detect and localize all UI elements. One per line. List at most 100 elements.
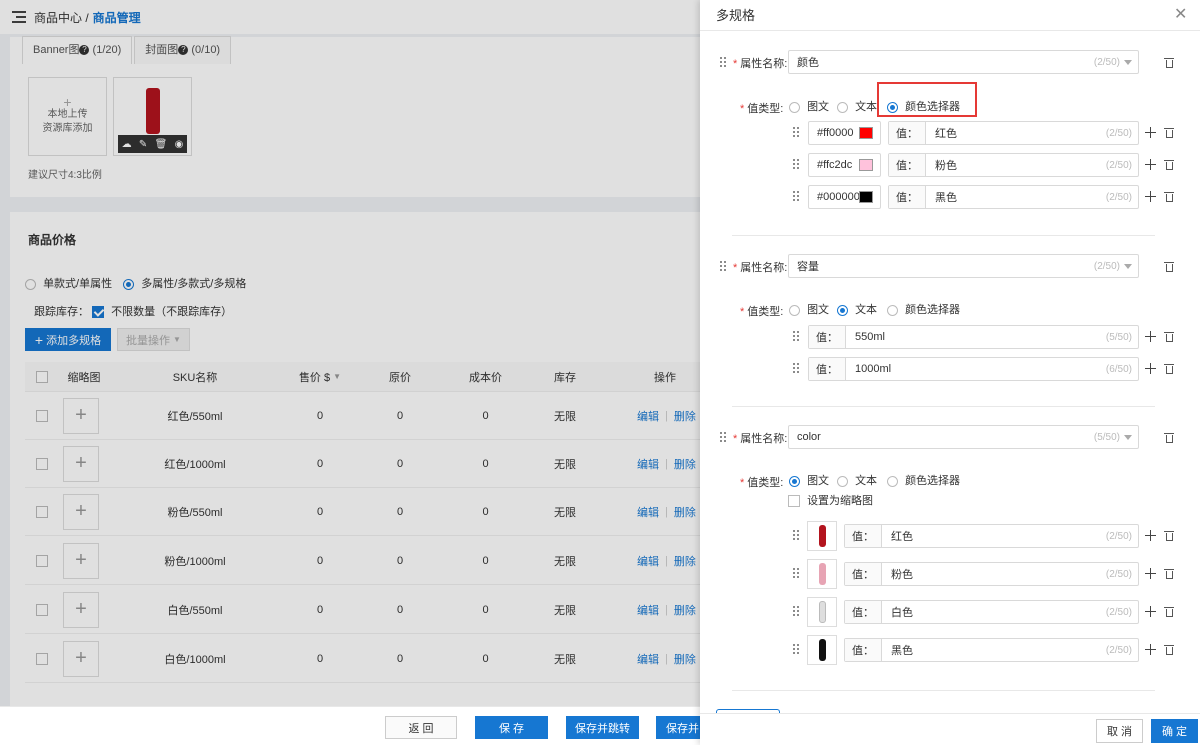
add-value-icon[interactable] [1145, 568, 1156, 579]
drag-handle-icon[interactable] [720, 261, 728, 273]
delete-value-icon[interactable] [1164, 159, 1174, 170]
drawer-title: 多规格 [716, 8, 756, 23]
value-type-option[interactable]: 文本 [837, 472, 877, 488]
value-prefix: 值： [845, 563, 882, 585]
add-value-icon[interactable] [1145, 530, 1156, 541]
modal-mask[interactable] [0, 0, 700, 745]
attribute-name-label: * 属性名称: [733, 262, 788, 274]
value-text: 白色 [891, 607, 913, 619]
value-type-option[interactable]: 图文 [789, 301, 829, 317]
value-type-label: * 值类型: [740, 103, 784, 115]
color-picker-input[interactable]: #000000 [808, 185, 881, 209]
drag-handle-icon[interactable] [793, 363, 801, 375]
color-hex-value: #ffc2dc [817, 159, 853, 171]
value-image-thumbnail[interactable] [807, 597, 837, 627]
add-value-icon[interactable] [1145, 331, 1156, 342]
attribute-name-input[interactable]: 容量 (2/50) [788, 254, 1139, 278]
delete-value-icon[interactable] [1164, 191, 1174, 202]
value-input[interactable]: 值： 550ml (5/50) [808, 325, 1139, 349]
color-swatch [859, 159, 873, 171]
value-type-radio[interactable] [887, 475, 898, 487]
char-count: (2/50) [1093, 56, 1120, 68]
value-prefix: 值： [889, 154, 926, 176]
add-value-icon[interactable] [1145, 127, 1156, 138]
drag-handle-icon[interactable] [720, 432, 728, 444]
value-input[interactable]: 值： 黑色 (2/50) [888, 185, 1139, 209]
value-text: 黑色 [891, 645, 913, 657]
attribute-name-input[interactable]: color (5/50) [788, 425, 1139, 449]
add-value-icon[interactable] [1145, 644, 1156, 655]
drag-handle-icon[interactable] [793, 606, 801, 618]
value-input[interactable]: 值： 黑色 (2/50) [844, 638, 1139, 662]
delete-value-icon[interactable] [1164, 644, 1174, 655]
value-type-option[interactable]: 颜色选择器 [887, 301, 960, 317]
dropdown-caret-icon [1124, 264, 1132, 269]
color-picker-input[interactable]: #ff0000 [808, 121, 881, 145]
delete-value-icon[interactable] [1164, 530, 1174, 541]
attribute-name-label-text: 属性名称: [740, 433, 788, 445]
drag-handle-icon[interactable] [793, 568, 801, 580]
save-button[interactable]: 保 存 [475, 716, 548, 739]
save-more-button[interactable]: 保存并 [656, 716, 700, 739]
attribute-name-input[interactable]: 颜色 (2/50) [788, 50, 1139, 74]
char-count: (6/50) [1105, 363, 1132, 375]
value-input[interactable]: 值： 粉色 (2/50) [888, 153, 1139, 177]
value-type-option-label: 颜色选择器 [905, 304, 961, 316]
set-thumbnail-option[interactable]: 设置为缩略图 [788, 492, 873, 508]
value-type-radio[interactable] [837, 101, 848, 113]
add-value-icon[interactable] [1145, 191, 1156, 202]
value-type-label-text: 值类型: [747, 103, 784, 115]
drag-handle-icon[interactable] [793, 644, 801, 656]
value-type-option[interactable]: 文本 [837, 301, 877, 317]
value-prefix: 值： [845, 525, 882, 547]
delete-value-icon[interactable] [1164, 363, 1174, 374]
drag-handle-icon[interactable] [793, 159, 801, 171]
add-value-icon[interactable] [1145, 606, 1156, 617]
back-button[interactable]: 返 回 [385, 716, 457, 739]
add-value-icon[interactable] [1145, 363, 1156, 374]
value-type-radio[interactable] [887, 304, 898, 316]
value-type-label: * 值类型: [740, 477, 784, 489]
drag-handle-icon[interactable] [793, 191, 801, 203]
value-type-option[interactable]: 图文 [789, 472, 829, 488]
value-type-radio[interactable] [789, 304, 800, 316]
value-image-thumbnail[interactable] [807, 559, 837, 589]
color-hex-value: #ff0000 [817, 127, 854, 139]
value-input[interactable]: 值： 白色 (2/50) [844, 600, 1139, 624]
delete-value-icon[interactable] [1164, 127, 1174, 138]
set-thumbnail-checkbox[interactable] [788, 495, 800, 508]
value-type-option[interactable]: 颜色选择器 [887, 472, 960, 488]
delete-attribute-icon[interactable] [1164, 261, 1174, 272]
delete-value-icon[interactable] [1164, 606, 1174, 617]
save-and-jump-button[interactable]: 保存并跳转 [566, 716, 639, 739]
value-type-radio[interactable] [789, 475, 800, 487]
attribute-name-label-text: 属性名称: [740, 262, 788, 274]
value-input[interactable]: 值： 粉色 (2/50) [844, 562, 1139, 586]
cancel-button[interactable]: 取 消 [1096, 719, 1143, 743]
value-text: 1000ml [855, 363, 892, 375]
close-icon[interactable]: ✕ [1174, 4, 1187, 24]
delete-value-icon[interactable] [1164, 331, 1174, 342]
color-picker-input[interactable]: #ffc2dc [808, 153, 881, 177]
value-input[interactable]: 值： 红色 (2/50) [844, 524, 1139, 548]
drag-handle-icon[interactable] [793, 530, 801, 542]
delete-attribute-icon[interactable] [1164, 432, 1174, 443]
add-value-icon[interactable] [1145, 159, 1156, 170]
value-type-radio[interactable] [789, 101, 800, 113]
value-type-radio[interactable] [837, 475, 848, 487]
drag-handle-icon[interactable] [793, 127, 801, 139]
value-type-radio[interactable] [837, 304, 848, 316]
value-input[interactable]: 值： 红色 (2/50) [888, 121, 1139, 145]
confirm-button[interactable]: 确 定 [1151, 719, 1198, 743]
value-type-option[interactable]: 文本 [837, 98, 877, 114]
value-text: 粉色 [891, 569, 913, 581]
value-type-option[interactable]: 图文 [789, 98, 829, 114]
delete-attribute-icon[interactable] [1164, 57, 1174, 68]
drag-handle-icon[interactable] [793, 331, 801, 343]
drag-handle-icon[interactable] [720, 57, 728, 69]
value-image-thumbnail[interactable] [807, 635, 837, 665]
value-image-thumbnail[interactable] [807, 521, 837, 551]
value-text: 550ml [855, 331, 885, 343]
value-input[interactable]: 值： 1000ml (6/50) [808, 357, 1139, 381]
delete-value-icon[interactable] [1164, 568, 1174, 579]
